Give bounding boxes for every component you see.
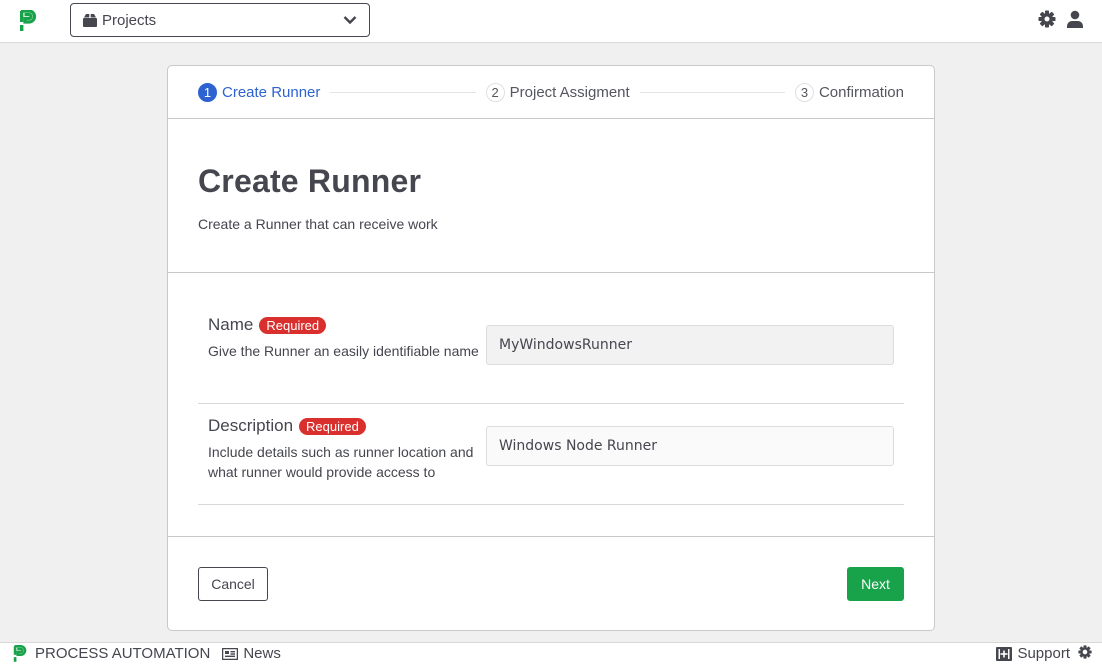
create-runner-wizard: 1 Create Runner 2 Project Assigment 3 Co… [167, 65, 935, 631]
bottom-bar: PROCESS AUTOMATION News Support [0, 642, 1102, 664]
step-connector [330, 91, 476, 93]
name-input[interactable] [486, 325, 894, 365]
description-input[interactable] [486, 426, 894, 466]
description-label: Description [208, 416, 294, 435]
support-icon [996, 646, 1013, 661]
step-label: Create Runner [222, 83, 321, 101]
required-badge: Required [299, 417, 366, 435]
step-number: 1 [198, 82, 217, 102]
project-select-value: Projects [102, 11, 157, 29]
step-label: Project Assigment [509, 83, 630, 101]
process-automation-logo [13, 644, 27, 662]
wizard-footer: Cancel Next [168, 537, 934, 631]
user-icon[interactable] [1066, 10, 1084, 28]
cancel-button[interactable]: Cancel [198, 567, 268, 601]
gear-icon[interactable] [1038, 10, 1056, 28]
box-icon [83, 13, 97, 27]
wizard-steps: 1 Create Runner 2 Project Assigment 3 Co… [168, 66, 934, 119]
support-label: Support [1017, 645, 1070, 662]
top-navbar: Projects [0, 0, 1102, 43]
step-connector [639, 91, 785, 93]
news-label: News [243, 645, 281, 662]
page-title: Create Runner [198, 163, 422, 199]
name-help-text: Give the Runner an easily identifiable n… [208, 343, 479, 359]
news-link[interactable]: News [222, 645, 281, 662]
project-select[interactable]: Projects [70, 3, 370, 37]
step-project-assignment[interactable]: 2 Project Assigment [485, 82, 630, 102]
runner-form: Name Required Give the Runner an easily … [168, 273, 934, 537]
next-button[interactable]: Next [847, 567, 904, 601]
step-number: 3 [794, 82, 814, 102]
description-help-text: Include details such as runner location … [208, 444, 474, 480]
chevron-down-icon [343, 16, 357, 25]
page-subtitle: Create a Runner that can receive work [198, 216, 438, 232]
step-label: Confirmation [818, 83, 904, 101]
brand-name: PROCESS AUTOMATION [35, 645, 211, 662]
name-label: Name [208, 315, 254, 334]
wizard-header: Create Runner Create a Runner that can r… [168, 119, 934, 273]
process-automation-logo[interactable] [19, 10, 37, 32]
name-field-row: Name Required Give the Runner an easily … [198, 303, 904, 404]
settings-cog-icon[interactable] [1078, 644, 1092, 663]
required-badge: Required [259, 316, 327, 334]
step-number: 2 [485, 82, 505, 102]
support-link[interactable]: Support [996, 645, 1070, 662]
step-confirmation[interactable]: 3 Confirmation [794, 82, 904, 102]
step-create-runner[interactable]: 1 Create Runner [198, 82, 321, 102]
description-field-row: Description Required Include details suc… [198, 404, 904, 505]
newspaper-icon [222, 647, 239, 660]
